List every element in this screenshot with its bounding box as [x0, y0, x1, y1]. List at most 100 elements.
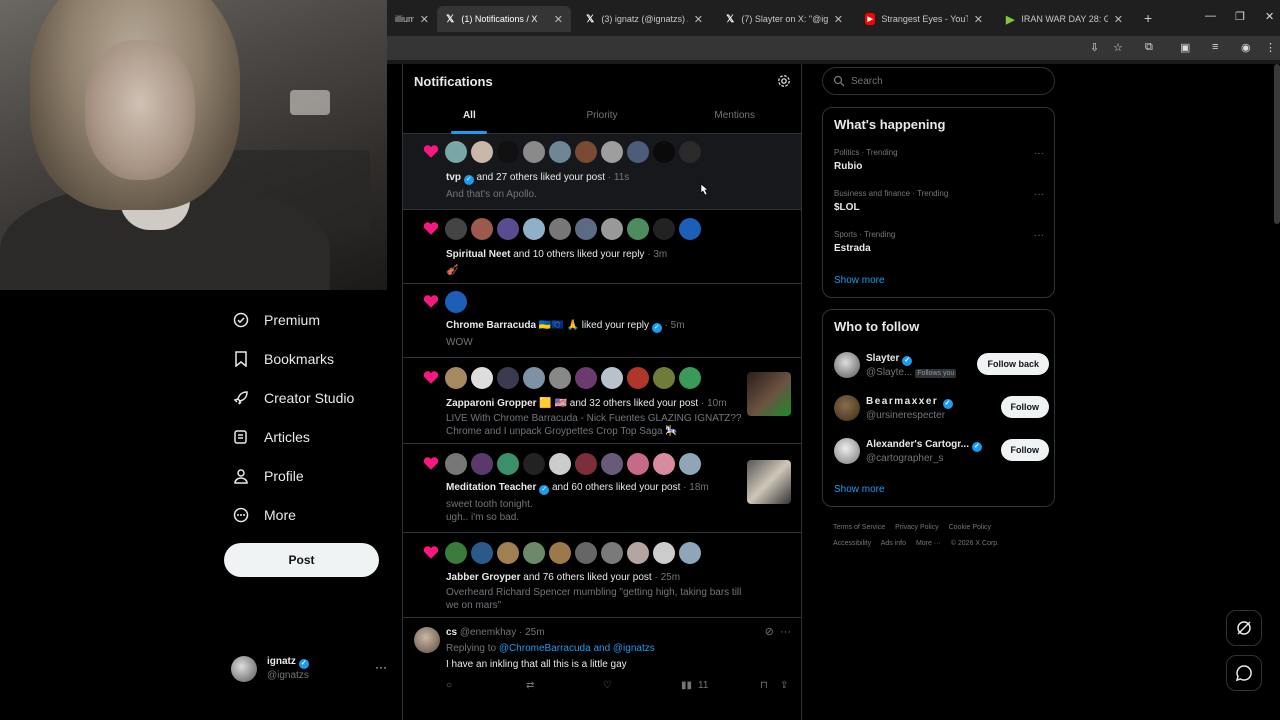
avatar[interactable]: [497, 367, 519, 389]
more-icon[interactable]: ···: [1034, 189, 1044, 200]
avatar[interactable]: [523, 367, 545, 389]
retweet-icon[interactable]: ⇄: [526, 680, 534, 691]
settings-gear-icon[interactable]: [777, 74, 791, 88]
star-icon[interactable]: ☆: [1113, 41, 1123, 54]
notification-item[interactable]: Zapparoni Gropper 🟨 🇺🇸 and 32 others lik…: [403, 358, 801, 444]
trend-item[interactable]: Sports · Trending Estrada ···: [834, 230, 1044, 254]
follow-button[interactable]: Follow: [1000, 439, 1049, 461]
close-icon[interactable]: ✕: [554, 13, 563, 26]
grok-icon[interactable]: ⊘: [765, 626, 774, 638]
media-icon[interactable]: ≡: [1212, 41, 1218, 53]
close-window-icon[interactable]: ✕: [1265, 10, 1274, 23]
avatar[interactable]: [653, 141, 675, 163]
nav-item-bookmarks[interactable]: Bookmarks: [224, 339, 384, 378]
avatar[interactable]: [679, 141, 701, 163]
liker-name[interactable]: Jabber Groyper: [446, 572, 520, 583]
footer-link[interactable]: Terms of Service: [833, 524, 885, 531]
more-icon[interactable]: ···: [780, 626, 791, 638]
avatar[interactable]: [445, 218, 467, 240]
avatar[interactable]: [679, 367, 701, 389]
follow-suggestion[interactable]: Alexander's Cartogr... ✓ @cartographer_s…: [834, 436, 1049, 466]
close-icon[interactable]: ✕: [420, 13, 429, 26]
avatar[interactable]: [497, 218, 519, 240]
avatar[interactable]: [471, 453, 493, 475]
restore-icon[interactable]: ❐: [1235, 10, 1245, 23]
avatar[interactable]: [575, 542, 597, 564]
minimize-icon[interactable]: —: [1205, 10, 1216, 22]
avatar[interactable]: [523, 453, 545, 475]
nav-item-articles[interactable]: Articles: [224, 417, 384, 456]
reply-tweet[interactable]: cs @enemkhay · 25m ⊘ ··· Replying to @Ch…: [403, 617, 801, 720]
post-button[interactable]: Post: [224, 543, 379, 577]
tab-mentions[interactable]: Mentions: [668, 104, 801, 134]
scrollbar[interactable]: [1274, 64, 1280, 224]
avatar[interactable]: [414, 627, 440, 653]
avatar[interactable]: [601, 453, 623, 475]
post-thumbnail[interactable]: [747, 460, 791, 504]
trend-item[interactable]: Business and finance · Trending $LOL ···: [834, 189, 1044, 213]
avatar[interactable]: [471, 542, 493, 564]
avatar[interactable]: [471, 218, 493, 240]
follow-back-button[interactable]: Follow back: [977, 353, 1049, 375]
close-icon[interactable]: ✕: [694, 13, 703, 26]
sidebar-icon[interactable]: ▣: [1180, 41, 1190, 54]
avatar[interactable]: [497, 141, 519, 163]
extensions-icon[interactable]: ⧉: [1145, 41, 1153, 54]
messages-button[interactable]: [1226, 655, 1262, 691]
avatar[interactable]: [653, 542, 675, 564]
footer-link[interactable]: Cookie Policy: [949, 524, 991, 531]
account-switcher[interactable]: ignatz ✓ @ignatzs ···: [231, 654, 391, 684]
bookmark-icon[interactable]: ⊓: [760, 680, 768, 691]
trend-item[interactable]: Politics · Trending Rubio ···: [834, 148, 1044, 172]
nav-item-creator-studio[interactable]: Creator Studio: [224, 378, 384, 417]
avatar[interactable]: [601, 218, 623, 240]
avatar[interactable]: [653, 218, 675, 240]
liker-name[interactable]: Spiritual Neet: [446, 249, 510, 260]
avatar[interactable]: [601, 141, 623, 163]
search-input[interactable]: Search: [822, 67, 1055, 95]
footer-link[interactable]: Privacy Policy: [895, 524, 939, 531]
avatar[interactable]: [575, 453, 597, 475]
profile-icon[interactable]: ◉: [1241, 41, 1251, 54]
avatar[interactable]: [497, 542, 519, 564]
reply-author[interactable]: cs: [446, 627, 457, 638]
footer-link[interactable]: More ···: [916, 540, 941, 547]
avatar[interactable]: [627, 542, 649, 564]
avatar[interactable]: [445, 141, 467, 163]
tab-all[interactable]: All: [403, 104, 536, 134]
notification-item[interactable]: Spiritual Neet and 10 others liked your …: [403, 210, 801, 284]
avatar[interactable]: [653, 453, 675, 475]
kebab-menu-icon[interactable]: ⋮: [1265, 41, 1276, 54]
reply-handle[interactable]: @enemkhay: [460, 627, 516, 638]
like-icon[interactable]: ♡: [603, 680, 612, 691]
avatar[interactable]: [523, 218, 545, 240]
browser-tab[interactable]: ▶ IRAN WAR DAY 28: GROUN ✕: [997, 6, 1131, 32]
avatar[interactable]: [549, 542, 571, 564]
avatar[interactable]: [653, 367, 675, 389]
footer-link[interactable]: Accessibility: [833, 540, 871, 547]
avatar[interactable]: [679, 542, 701, 564]
avatar[interactable]: [445, 453, 467, 475]
avatar[interactable]: [575, 367, 597, 389]
avatar[interactable]: [523, 542, 545, 564]
nav-item-more[interactable]: More: [224, 495, 384, 534]
avatar[interactable]: [627, 367, 649, 389]
avatar[interactable]: [471, 367, 493, 389]
views-icon[interactable]: ▮▮: [681, 680, 692, 691]
close-icon[interactable]: ✕: [834, 13, 843, 26]
avatar[interactable]: [627, 141, 649, 163]
liker-name[interactable]: Zapparoni Gropper: [446, 398, 537, 409]
notification-item[interactable]: Jabber Groyper and 76 others liked your …: [403, 533, 801, 618]
more-icon[interactable]: ···: [1034, 230, 1044, 241]
replying-to-link[interactable]: @ChromeBarracuda and @ignatzs: [499, 643, 655, 654]
footer-link[interactable]: Ads info: [881, 540, 906, 547]
avatar[interactable]: [575, 141, 597, 163]
browser-tab[interactable]: 𝕏 (3) ignatz (@ignatzs) / X ✕: [577, 6, 711, 32]
post-thumbnail[interactable]: [747, 372, 791, 416]
avatar[interactable]: [627, 453, 649, 475]
avatar[interactable]: [445, 542, 467, 564]
avatar[interactable]: [549, 218, 571, 240]
notification-item[interactable]: Chrome Barracuda 🇺🇦🇪🇺 🙏 liked your reply…: [403, 284, 801, 358]
follow-button[interactable]: Follow: [1000, 396, 1049, 418]
avatar[interactable]: [601, 367, 623, 389]
